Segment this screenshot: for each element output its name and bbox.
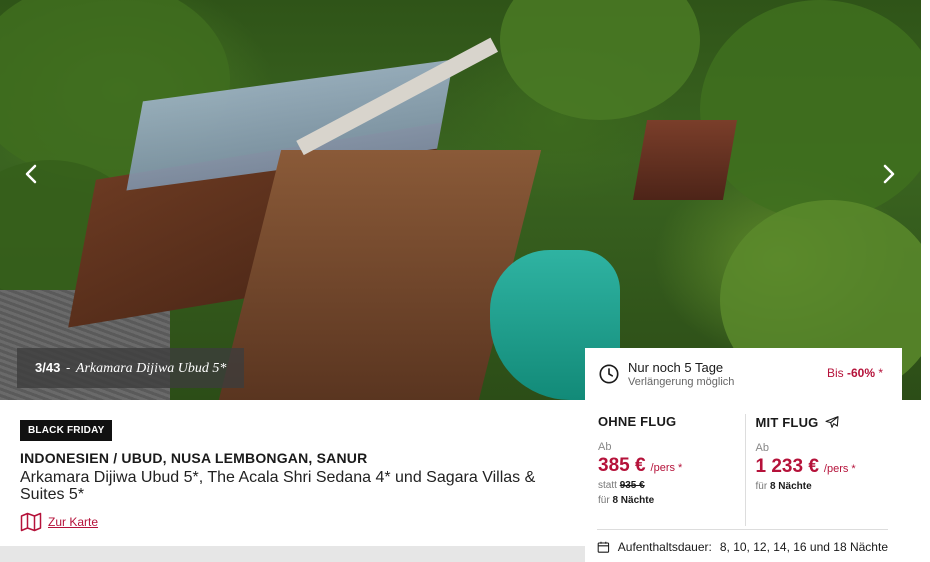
nights-prefix: für [755,481,768,492]
deal-timer: Nur noch 5 Tage Verlängerung möglich Bis… [585,348,902,400]
chevron-right-icon [883,164,895,184]
deal-remaining: Nur noch 5 Tage [628,359,724,375]
price-per: /pers * [650,462,683,474]
section-divider [0,546,585,562]
map-icon [20,512,42,532]
hotel-gallery-image[interactable]: 3/43 - Arkamara Dijiwa Ubud 5* [0,0,921,400]
nights-prefix: für [598,495,610,506]
stay-values: 8, 10, 12, 14, 16 und 18 Nächte [719,540,888,554]
gallery-caption-text: Arkamara Dijiwa Ubud 5* [75,361,227,376]
map-link[interactable]: Zur Karte [20,512,98,532]
destination-region: INDONESIEN / UBUD, NUSA LEMBONGAN, SANUR [20,450,368,466]
offer-without-flight[interactable]: OHNE FLUG Ab 385 € /pers * statt 935 € f… [585,400,745,526]
chevron-left-icon [25,164,37,184]
offer-card: Nur noch 5 Tage Verlängerung möglich Bis… [585,348,902,562]
plane-icon [825,416,840,428]
with-flight-title: MIT FLUG [755,414,819,430]
promo-badge: BLACK FRIDAY [20,420,113,441]
discount-suffix: * [878,366,883,380]
nights-info: für 8 Nächte [756,480,890,493]
discount-prefix: Bis [826,366,844,380]
hotel-names: Arkamara Dijiwa Ubud 5*, The Acala Shri … [20,469,536,503]
gallery-counter: 3/43 [35,360,61,375]
discount-label: Bis -60% * [827,366,883,380]
price-amount: 385 € [598,455,646,476]
nights-value: 8 Nächte [612,495,655,506]
old-price: statt 935 € [598,479,732,492]
nights-info: für 8 Nächte [598,494,732,507]
gallery-prev-button[interactable] [20,162,44,186]
old-price-value: 935 € [619,480,645,491]
with-flight-title-row: MIT FLUG [756,414,890,430]
price-per: /pers * [823,463,856,475]
without-flight-title: OHNE FLUG [598,414,677,429]
map-link-label[interactable]: Zur Karte [48,515,98,529]
price-from-label: Ab [598,441,612,453]
caption-separator: - [65,360,71,375]
discount-value: -60% [846,366,875,380]
without-flight-price: 385 € /pers * [598,455,732,477]
with-flight-price: 1 233 € /pers * [756,456,890,478]
price-from-label: Ab [755,442,769,454]
stay-label: Aufenthaltsdauer: [617,540,712,554]
clock-icon [599,364,619,384]
gallery-next-button[interactable] [876,162,900,186]
deal-extension: Verlängerung möglich [628,375,735,388]
calendar-icon [597,541,610,553]
nights-value: 8 Nächte [769,481,812,492]
offer-with-flight[interactable]: MIT FLUG Ab 1 233 € /pers * für 8 Nächte [744,414,903,526]
page-edge [921,0,930,562]
old-price-prefix: statt [598,480,617,491]
price-amount: 1 233 € [755,456,819,477]
gallery-caption: 3/43 - Arkamara Dijiwa Ubud 5* [17,348,245,388]
stay-duration: Aufenthaltsdauer: 8, 10, 12, 14, 16 und … [597,529,888,554]
price-options: OHNE FLUG Ab 385 € /pers * statt 935 € f… [585,400,902,526]
